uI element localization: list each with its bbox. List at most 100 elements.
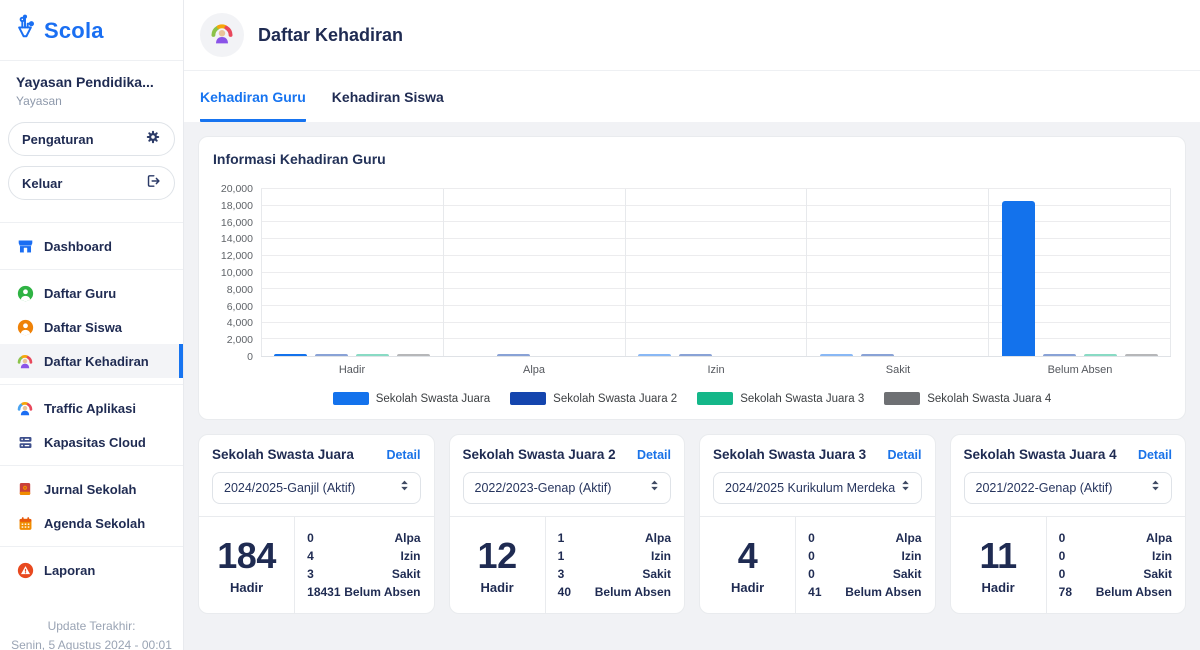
bar[interactable] [1084, 354, 1117, 357]
sidebar-item-traffic-aplikasi[interactable]: Traffic Aplikasi [0, 391, 183, 425]
y-tick-label: 16,000 [221, 217, 253, 229]
stat-row-alpa: 0Alpa [808, 531, 921, 545]
report-icon [16, 561, 34, 579]
brand-logo[interactable]: Scola [0, 0, 183, 61]
bar[interactable] [638, 354, 671, 357]
sidebar-item-dashboard[interactable]: Dashboard [0, 229, 183, 263]
semester-select[interactable]: 2024/2025 Kurikulum Merdeka (Aktif) [713, 472, 922, 504]
bar[interactable] [274, 354, 307, 357]
x-tick-label: Belum Absen [989, 364, 1171, 376]
semester-select[interactable]: 2022/2023-Genap (Aktif) [463, 472, 672, 504]
legend-label: Sekolah Swasta Juara 2 [553, 393, 677, 405]
content: Informasi Kehadiran Guru 02,0004,0006,00… [184, 122, 1200, 650]
teacher-icon [16, 284, 34, 302]
settings-button[interactable]: Pengaturan [8, 122, 175, 156]
bar-group-alpa [443, 189, 625, 356]
y-tick-label: 6,000 [227, 301, 253, 313]
legend-label: Sekolah Swasta Juara 4 [927, 393, 1051, 405]
x-tick-label: Sakit [807, 364, 989, 376]
bar[interactable] [397, 354, 430, 357]
school-card-3: Sekolah Swasta Juara 3 Detail 2024/2025 … [699, 434, 936, 614]
logout-button-label: Keluar [22, 176, 62, 191]
traffic-icon [16, 399, 34, 417]
legend-item[interactable]: Sekolah Swasta Juara [333, 392, 490, 405]
tab-kehadiran-siswa[interactable]: Kehadiran Siswa [332, 71, 444, 122]
school-card-1: Sekolah Swasta Juara Detail 2024/2025-Ga… [198, 434, 435, 614]
bar[interactable] [1002, 201, 1035, 356]
chart-x-axis: HadirAlpaIzinSakitBelum Absen [261, 364, 1171, 376]
sidebar-item-daftar-siswa[interactable]: Daftar Siswa [0, 310, 183, 344]
attendance-icon [16, 352, 34, 370]
stat-row-sakit: 0Sakit [808, 567, 921, 581]
sidebar-item-label: Jurnal Sekolah [44, 482, 136, 497]
bar[interactable] [1125, 354, 1158, 357]
sidebar-item-daftar-guru[interactable]: Daftar Guru [0, 276, 183, 310]
tab-kehadiran-guru[interactable]: Kehadiran Guru [200, 71, 306, 122]
semester-select-value: 2024/2025 Kurikulum Merdeka (Aktif) [725, 481, 899, 495]
bar-slot [397, 354, 430, 357]
legend-item[interactable]: Sekolah Swasta Juara 4 [884, 392, 1051, 405]
scola-logo-icon [12, 13, 38, 48]
bar-slot [274, 354, 307, 357]
stat-row-alpa: 0Alpa [307, 531, 420, 545]
school-card-title: Sekolah Swasta Juara 4 [964, 447, 1117, 462]
stat-row-alpa: 1Alpa [558, 531, 671, 545]
x-tick-label: Izin [625, 364, 807, 376]
detail-link[interactable]: Detail [637, 448, 671, 462]
logout-icon [145, 173, 161, 194]
sidebar-item-agenda-sekolah[interactable]: Agenda Sekolah [0, 506, 183, 540]
updown-arrows-icon [648, 478, 661, 498]
bar[interactable] [861, 354, 894, 357]
bar-slot [1002, 201, 1035, 356]
detail-link[interactable]: Detail [386, 448, 420, 462]
organization-block: Yayasan Pendidika... Yayasan [0, 61, 183, 114]
bar-group-belum-absen [988, 189, 1171, 356]
stat-row-izin: 4Izin [307, 549, 420, 563]
school-card-title: Sekolah Swasta Juara [212, 447, 354, 462]
main-area: Daftar Kehadiran Kehadiran Guru Kehadira… [184, 0, 1200, 650]
school-card-title: Sekolah Swasta Juara 2 [463, 447, 616, 462]
semester-select-value: 2021/2022-Genap (Aktif) [976, 481, 1113, 495]
legend-item[interactable]: Sekolah Swasta Juara 2 [510, 392, 677, 405]
sidebar-item-jurnal-sekolah[interactable]: Jurnal Sekolah [0, 472, 183, 506]
attendance-icon [209, 20, 235, 51]
sidebar-item-laporan[interactable]: Laporan [0, 553, 183, 587]
bar-slot [1043, 354, 1076, 357]
detail-link[interactable]: Detail [887, 448, 921, 462]
bar-slot [1084, 354, 1117, 357]
school-cards-row: Sekolah Swasta Juara Detail 2024/2025-Ga… [198, 434, 1186, 614]
sidebar-item-daftar-kehadiran[interactable]: Daftar Kehadiran [0, 344, 183, 378]
logout-button[interactable]: Keluar [8, 166, 175, 200]
semester-select[interactable]: 2021/2022-Genap (Aktif) [964, 472, 1173, 504]
bar-slot [315, 354, 348, 357]
bar[interactable] [356, 354, 389, 357]
y-tick-label: 12,000 [221, 250, 253, 262]
bar-slot [1125, 354, 1158, 357]
bar[interactable] [679, 354, 712, 357]
organization-name: Yayasan Pendidika... [16, 74, 167, 90]
legend-swatch [333, 392, 369, 405]
sidebar-item-label: Kapasitas Cloud [44, 435, 146, 450]
hadir-count: 11 [980, 535, 1017, 577]
updown-arrows-icon [1149, 478, 1162, 498]
detail-link[interactable]: Detail [1138, 448, 1172, 462]
hadir-label: Hadir [981, 580, 1014, 595]
sidebar-item-label: Agenda Sekolah [44, 516, 145, 531]
bar-slot [861, 354, 894, 357]
y-tick-label: 2,000 [227, 334, 253, 346]
bar[interactable] [1043, 354, 1076, 357]
legend-label: Sekolah Swasta Juara 3 [740, 393, 864, 405]
bar-slot [638, 354, 671, 357]
legend-item[interactable]: Sekolah Swasta Juara 3 [697, 392, 864, 405]
bar[interactable] [497, 354, 530, 357]
sidebar-item-label: Traffic Aplikasi [44, 401, 136, 416]
bar[interactable] [820, 354, 853, 357]
bar[interactable] [315, 354, 348, 357]
stat-row-belum-absen: 41Belum Absen [808, 585, 921, 599]
bar-slot [820, 354, 853, 357]
sidebar-item-label: Daftar Guru [44, 286, 116, 301]
sidebar-item-kapasitas-cloud[interactable]: Kapasitas Cloud [0, 425, 183, 459]
semester-select[interactable]: 2024/2025-Ganjil (Aktif) [212, 472, 421, 504]
x-tick-label: Alpa [443, 364, 625, 376]
stat-row-belum-absen: 40Belum Absen [558, 585, 671, 599]
